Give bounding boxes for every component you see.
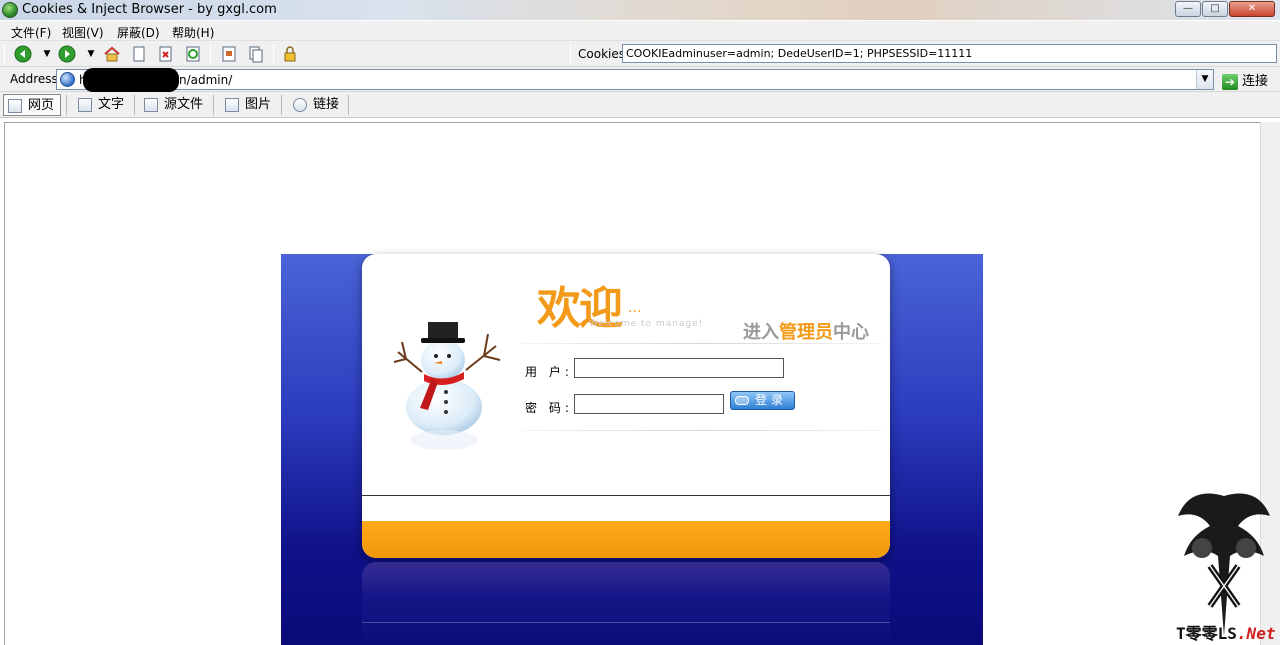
new-page-icon[interactable] <box>130 45 148 63</box>
menu-view[interactable]: 视图(V) <box>62 24 104 41</box>
tab-source[interactable]: 源文件 <box>140 94 212 116</box>
view-tabs: 网页 文字 源文件 图片 链接 <box>0 92 1280 118</box>
go-button[interactable]: ➔ 连接 <box>1222 70 1269 90</box>
tab-links-label: 链接 <box>313 97 340 112</box>
refresh-icon[interactable] <box>184 45 202 63</box>
address-bar: Address: h n/admin/ ▼ ➔ 连接 <box>0 67 1280 92</box>
address-dropdown-icon[interactable]: ▼ <box>1196 70 1213 89</box>
copy-icon[interactable] <box>247 45 265 63</box>
title-suffix: 中心 <box>833 322 869 343</box>
go-arrow-icon: ➔ <box>1222 73 1238 90</box>
tab-images[interactable]: 图片 <box>221 94 279 116</box>
app-globe-icon <box>2 2 18 18</box>
redaction-mask <box>83 68 179 92</box>
login-button-label: 登录 <box>755 393 788 407</box>
page-globe-icon <box>60 72 75 87</box>
minimize-button[interactable]: — <box>1175 1 1201 17</box>
address-input[interactable]: h n/admin/ ▼ <box>56 68 1214 92</box>
back-dropdown-icon[interactable]: ▼ <box>38 45 56 63</box>
lock-icon[interactable] <box>281 45 299 63</box>
link-icon <box>293 97 307 112</box>
tab-links[interactable]: 链接 <box>289 94 347 116</box>
watermark-text: T零零LS.Net <box>1176 620 1275 644</box>
window-title: Cookies & Inject Browser - by gxgl.com <box>22 2 277 17</box>
watermark-suffix: .Net <box>1236 624 1276 643</box>
cookies-input[interactable] <box>622 44 1277 63</box>
header-separator <box>522 343 882 344</box>
home-icon[interactable] <box>103 45 121 63</box>
tab-separator <box>213 95 214 115</box>
go-label: 连接 <box>1242 74 1269 89</box>
menu-help[interactable]: 帮助(H) <box>172 24 214 41</box>
save-icon[interactable] <box>220 45 238 63</box>
password-input[interactable] <box>574 394 724 414</box>
forward-icon[interactable] <box>58 45 76 63</box>
title-highlight: 管理员 <box>779 322 833 343</box>
address-label: Address: <box>10 72 62 86</box>
image-icon <box>225 97 239 112</box>
password-label: 密 码: <box>525 401 573 415</box>
maximize-button[interactable]: □ <box>1202 1 1228 17</box>
card-footer-band <box>362 521 890 558</box>
back-icon[interactable] <box>14 45 32 63</box>
watermark-prefix: T <box>1176 624 1186 643</box>
tab-webpage-label: 网页 <box>28 98 55 113</box>
tab-images-label: 图片 <box>245 97 272 112</box>
stop-icon[interactable] <box>157 45 175 63</box>
menu-file[interactable]: 文件(F) <box>11 24 51 41</box>
forward-dropdown-icon[interactable]: ▼ <box>82 45 100 63</box>
card-reflection <box>362 562 890 645</box>
text-icon <box>78 97 92 112</box>
username-label: 用 户: <box>525 365 573 379</box>
tab-webpage[interactable]: 网页 <box>3 94 61 116</box>
tab-separator <box>281 95 282 115</box>
tab-source-label: 源文件 <box>164 97 204 112</box>
source-icon <box>144 97 158 112</box>
toolbar: ▼ ▼ Cookies: <box>0 41 1280 67</box>
tab-text-label: 文字 <box>98 97 125 112</box>
card-divider <box>362 495 890 496</box>
form-separator <box>522 430 882 431</box>
webpage-icon <box>8 98 22 113</box>
username-input[interactable] <box>574 358 784 378</box>
toolbar-separator <box>273 44 274 64</box>
tab-separator <box>348 95 349 115</box>
tab-separator <box>66 95 67 115</box>
watermark-middle: 零零LS <box>1185 624 1237 643</box>
toolbar-separator <box>4 44 5 64</box>
tab-text[interactable]: 文字 <box>74 94 132 116</box>
login-button[interactable]: 登录 <box>730 391 795 410</box>
tribal-logo-icon <box>1178 493 1270 636</box>
menu-bar: 文件(F) 视图(V) 屏蔽(D) 帮助(H) <box>0 21 1280 41</box>
close-button[interactable]: ✕ <box>1229 1 1275 17</box>
snowman-icon <box>393 322 501 450</box>
welcome-subtitle: Welcome to manage! <box>589 319 704 329</box>
toolbar-separator <box>570 44 571 64</box>
toolbar-separator <box>210 44 211 64</box>
reflection-line <box>362 622 890 623</box>
admin-center-title: 进入管理员中心 <box>743 318 869 344</box>
welcome-dots: ... <box>628 300 642 316</box>
key-icon <box>735 396 749 405</box>
address-url: n/admin/ <box>179 73 233 87</box>
title-prefix: 进入 <box>743 322 779 343</box>
menu-block[interactable]: 屏蔽(D) <box>117 24 160 41</box>
title-bar: Cookies & Inject Browser - by gxgl.com —… <box>0 0 1280 20</box>
tab-separator <box>134 95 135 115</box>
